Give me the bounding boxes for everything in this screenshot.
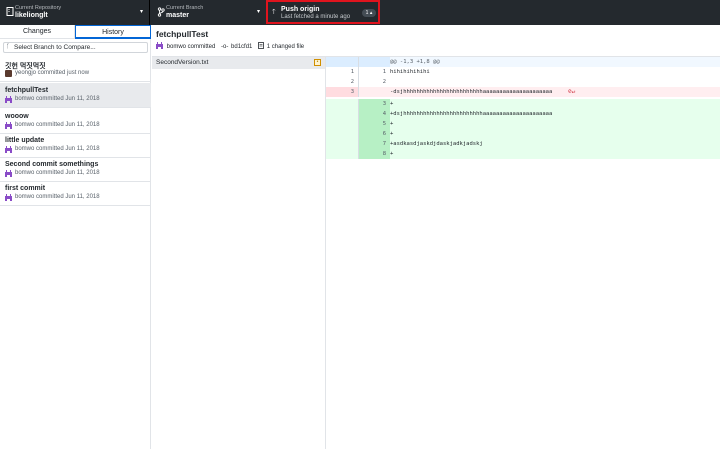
new-line-number (358, 87, 390, 97)
commit-list-item[interactable]: little update bomwo committed Jun 11, 20… (0, 133, 151, 158)
commit-title: wooow (5, 113, 29, 120)
file-name: SecondVersion.txt (156, 59, 209, 66)
toolbar: Current Repository likelionglt ▾ Current… (0, 0, 720, 25)
commit-meta: bomwo committed Jun 11, 2018 (15, 146, 100, 152)
commit-detail: fetchpullTest bomwo committed -o- bd1cfd… (152, 25, 720, 449)
commit-list-item[interactable]: wooow bomwo committed Jun 11, 2018 (0, 109, 151, 134)
commit-author: bomwo committed (166, 43, 216, 50)
diff-line-added: 8 + (326, 149, 720, 159)
diff-line-text: hihihihihihi (390, 69, 430, 75)
avatar (5, 122, 12, 129)
commit-meta: bomwo committed Jun 11, 2018 (15, 122, 100, 128)
commit-title: little update (5, 137, 45, 144)
diff-line-text: + (390, 131, 394, 137)
diff-line-added: 4 +dsjhhhhhhhhhhhhhhhhhhhhhhhhaaaaaaaaaa… (326, 109, 720, 119)
avatar (5, 170, 12, 177)
commit-title-heading: fetchpullTest (156, 29, 209, 39)
commit-list-item[interactable]: 깃헌 먹짓먹짓 yeongjo committed just now (0, 57, 151, 82)
commit-title: Second commit somethings (5, 161, 99, 168)
old-line-number: 2 (350, 79, 354, 85)
tab-history[interactable]: History (75, 25, 151, 39)
chevron-down-icon: ▾ (140, 9, 144, 15)
push-origin-button[interactable]: 🡑 Push origin Last fetched a minute ago … (266, 0, 380, 24)
repo-icon (6, 7, 14, 17)
old-line-number (326, 119, 358, 129)
commit-meta: yeongjo committed just now (15, 70, 90, 76)
diff-line-text: +asdkasdjaskdjdaskjadkjadskj (390, 141, 483, 147)
repository-selector[interactable]: Current Repository likelionglt ▾ (0, 0, 150, 25)
commit-meta: bomwo committed Jun 11, 2018 (15, 194, 100, 200)
branch-icon (157, 7, 165, 17)
branch-label: Current Branch (166, 5, 204, 11)
commit-sha: bd1cfd1 (231, 43, 253, 50)
old-line-number (326, 99, 358, 109)
diff-line-deleted: 3 -dsjhhhhhhhhhhhhhhhhhhhhhhhhaaaaaaaaaa… (326, 87, 720, 97)
diff-line-context: 2 2 (326, 77, 720, 87)
ahead-count-badge: 1 ▴ (362, 9, 376, 17)
avatar (5, 194, 12, 201)
new-line-number: 3 (358, 99, 390, 109)
repo-name: likelionglt (15, 12, 48, 19)
old-line-number (326, 109, 358, 119)
chevron-down-icon: ▾ (257, 9, 261, 15)
file-list-item[interactable]: SecondVersion.txt • (152, 57, 325, 69)
sidebar: Changes History ᚴ Select Branch to Compa… (0, 25, 151, 449)
diff-line-text: + (390, 121, 394, 127)
repo-label: Current Repository (15, 5, 62, 11)
branch-name: master (166, 12, 189, 19)
diff-hunk-header: @@ -1,3 +1,8 @@ (326, 57, 720, 67)
hunk-text: @@ -1,3 +1,8 @@ (390, 59, 440, 65)
commit-title: first commit (5, 185, 46, 192)
tab-changes[interactable]: Changes (0, 25, 75, 39)
compare-placeholder: Select Branch to Compare... (14, 44, 96, 51)
old-line-number (326, 129, 358, 139)
compare-branch-input[interactable]: ᚴ Select Branch to Compare... (3, 42, 148, 53)
diff-line-added: 3 + (326, 99, 720, 109)
new-line-number: 2 (358, 77, 390, 87)
commit-meta: bomwo committed Jun 11, 2018 (15, 170, 100, 176)
branch-selector[interactable]: Current Branch master ▾ (151, 0, 264, 25)
arrow-up-icon: 🡑 (272, 9, 276, 16)
old-line-number (326, 139, 358, 149)
diff-line-context: 1 1 hihihihihihi (326, 67, 720, 77)
avatar (5, 96, 12, 103)
new-line-number: 6 (358, 129, 390, 139)
commit-list-item[interactable]: first commit bomwo committed Jun 11, 201… (0, 181, 151, 206)
commit-icon: -o- (221, 43, 229, 50)
commit-list-item[interactable]: Second commit somethings bomwo committed… (0, 157, 151, 182)
sidebar-tabs: Changes History (0, 25, 151, 39)
old-line-number: 3 (326, 87, 358, 97)
avatar (156, 42, 163, 51)
diff-line-text: + (390, 101, 394, 107)
new-line-number: 7 (358, 139, 390, 149)
modified-icon: • (314, 59, 321, 66)
branch-icon: ᚴ (6, 44, 10, 50)
diff-line-text: + (390, 151, 394, 157)
diff-line-text: +dsjhhhhhhhhhhhhhhhhhhhhhhhhaaaaaaaaaaaa… (390, 111, 553, 117)
new-line-number: 8 (358, 149, 390, 159)
avatar (5, 70, 12, 77)
changed-files-list: SecondVersion.txt • (152, 57, 326, 449)
new-line-number: 1 (358, 67, 390, 77)
commit-list-item[interactable]: fetchpullTest bomwo committed Jun 11, 20… (0, 83, 151, 108)
new-line-number: 5 (358, 119, 390, 129)
old-line-number (326, 149, 358, 159)
avatar (5, 146, 12, 153)
push-title: Push origin (281, 6, 320, 13)
diff-line-added: 6 + (326, 129, 720, 139)
no-newline-icon: ⊘↵ (568, 88, 576, 95)
commit-meta: bomwo committed Jun 11, 2018 (15, 96, 100, 102)
commit-title: fetchpullTest (5, 87, 49, 94)
diff-line-text: -dsjhhhhhhhhhhhhhhhhhhhhhhhhaaaaaaaaaaaa… (390, 89, 553, 95)
diff-view: @@ -1,3 +1,8 @@ 1 1 hihihihihihi 2 2 3 -… (326, 57, 720, 449)
old-line-number: 1 (350, 69, 354, 75)
diff-line-added: 5 + (326, 119, 720, 129)
file-icon (258, 42, 264, 51)
last-fetched-status: Last fetched a minute ago (281, 14, 351, 20)
diff-line-added: 7 +asdkasdjaskdjdaskjadkjadskj (326, 139, 720, 149)
new-line-number: 4 (358, 109, 390, 119)
changed-files-count: 1 changed file (266, 43, 305, 50)
commit-summary-meta: bomwo committed -o- bd1cfd1 1 changed fi… (156, 42, 304, 52)
